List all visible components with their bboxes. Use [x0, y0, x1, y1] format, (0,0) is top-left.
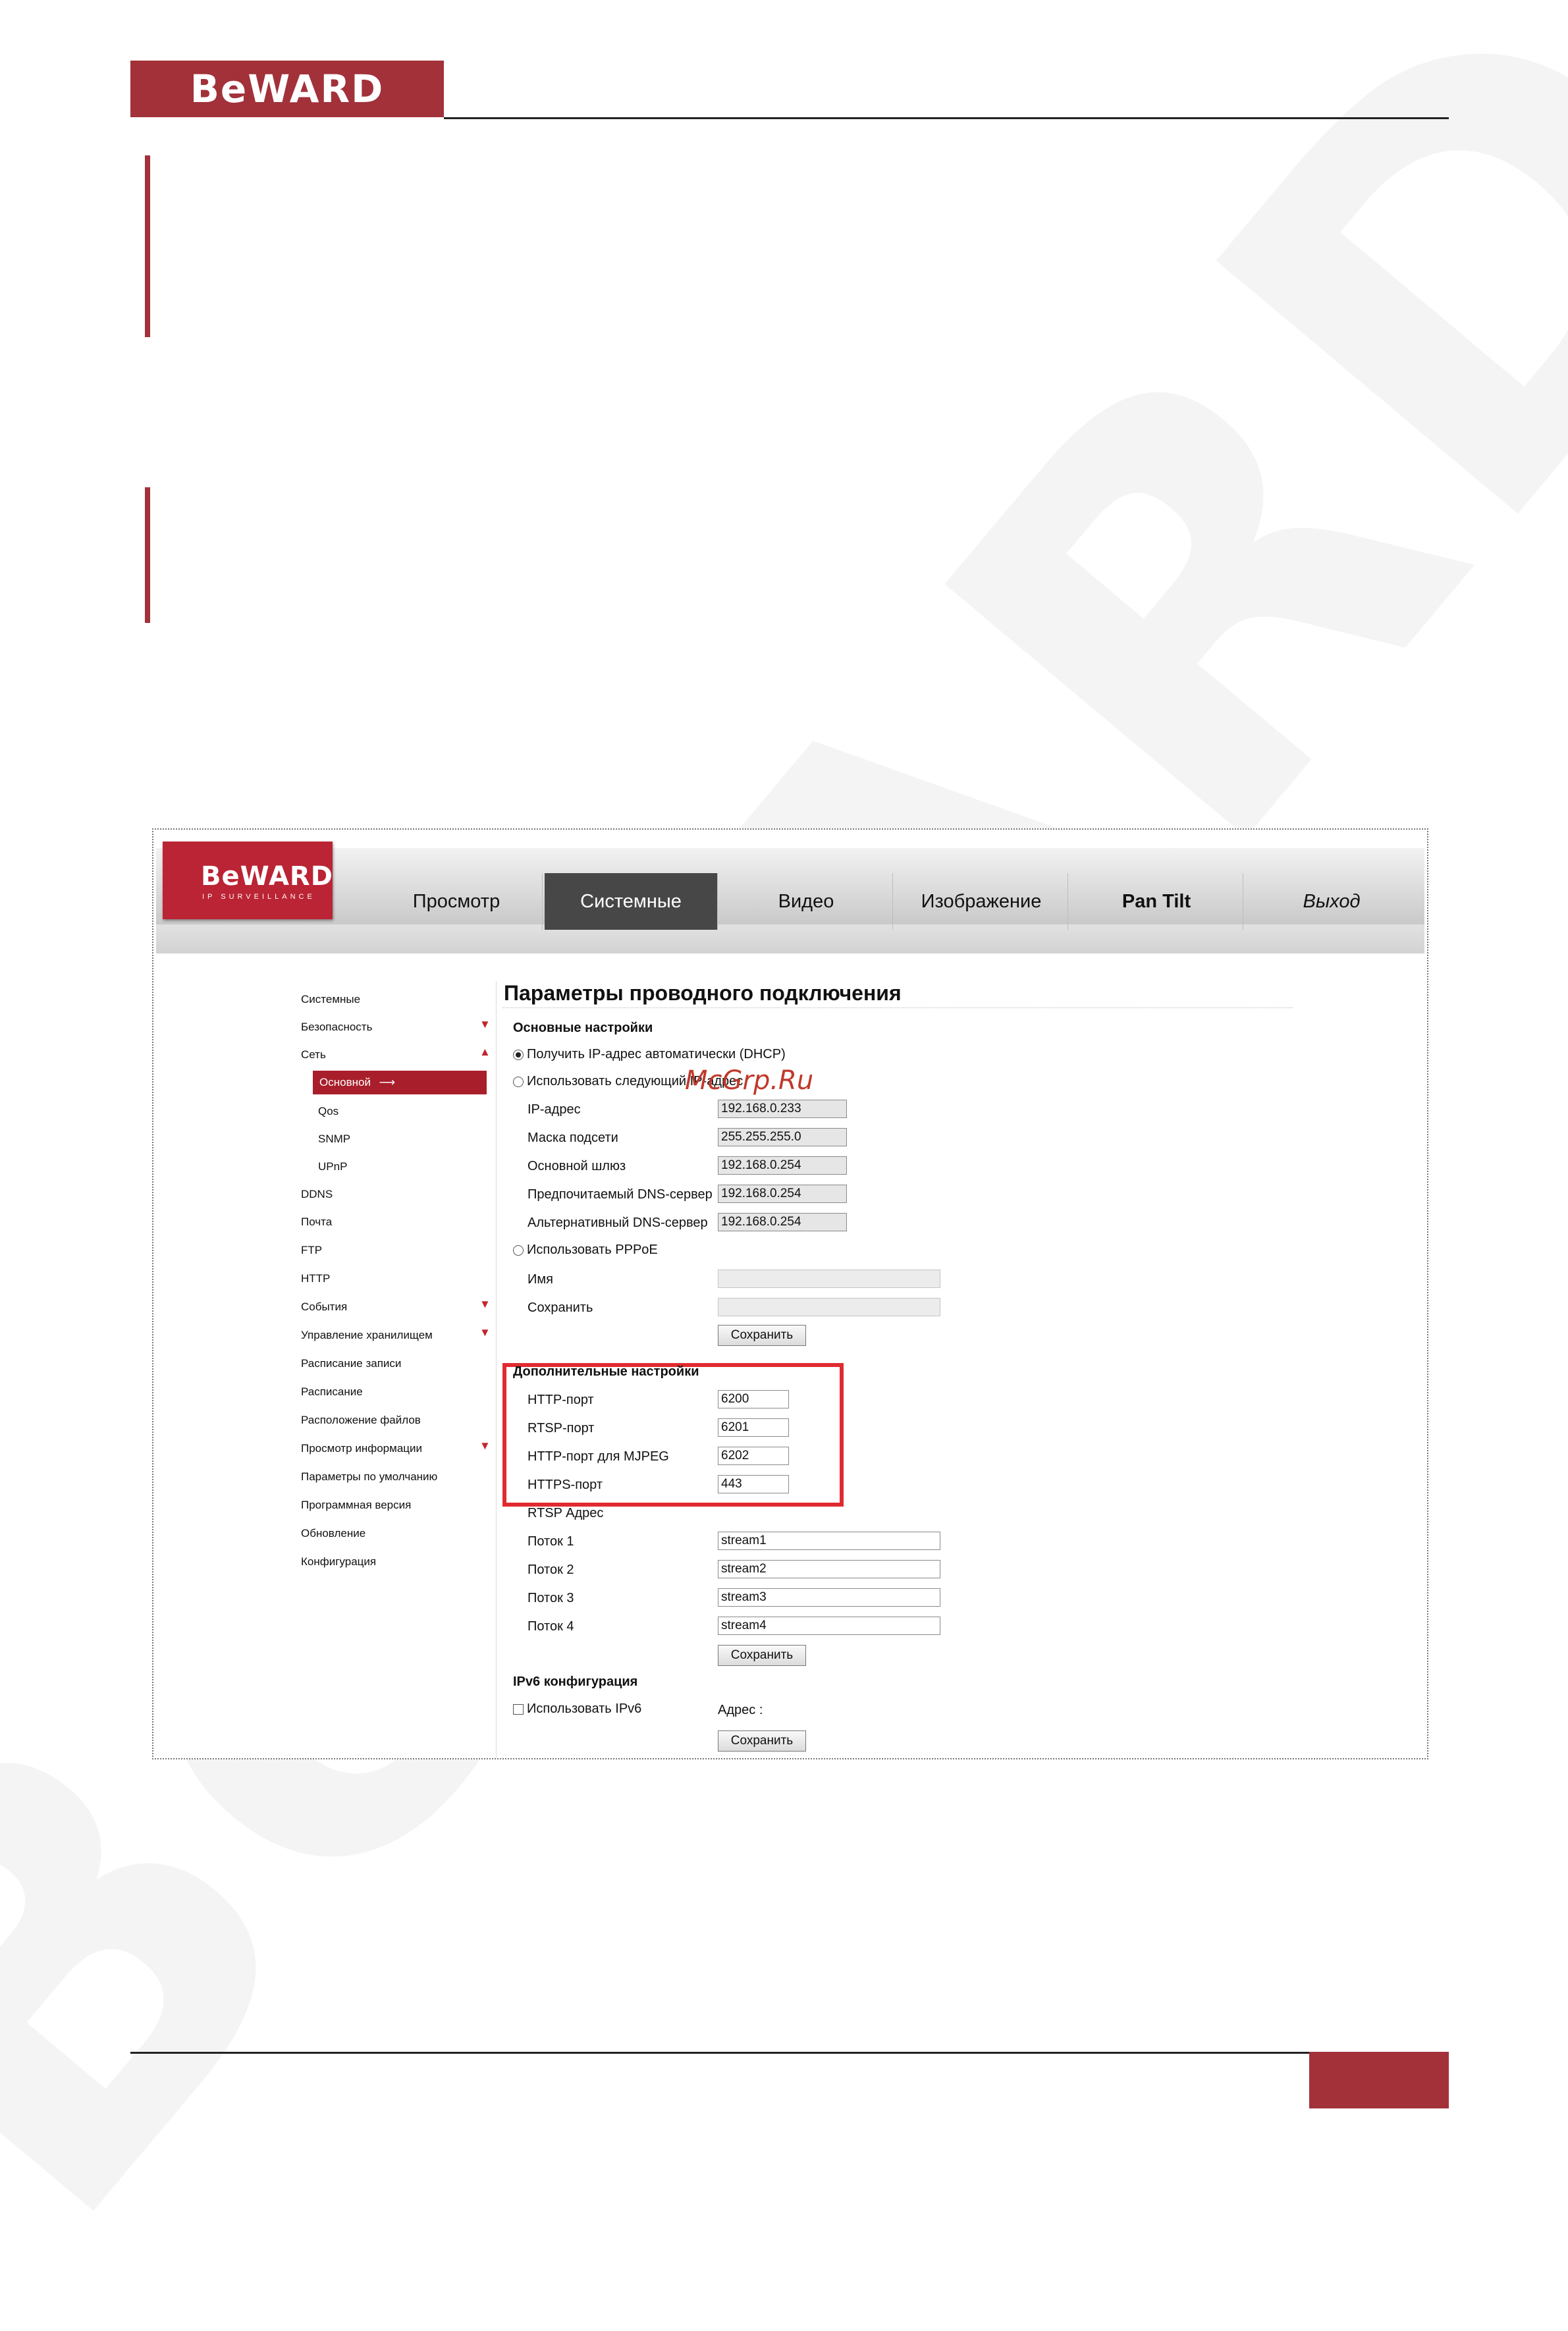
https-port-field[interactable]: 443 — [718, 1475, 789, 1493]
ip-field[interactable]: 192.168.0.233 — [718, 1100, 847, 1118]
ipv6-address-label: Адрес : — [718, 1703, 763, 1717]
dns1-label: Предпочитаемый DNS-сервер — [527, 1187, 713, 1202]
save-advanced-button[interactable]: Сохранить — [718, 1645, 806, 1666]
chevron-down-icon[interactable]: ▼ — [479, 1326, 491, 1339]
sidebar-item-events[interactable]: События — [301, 1299, 347, 1315]
section-accent-bar — [145, 487, 150, 623]
pppoe-save-label: Сохранить — [527, 1300, 593, 1315]
dhcp-option[interactable]: Получить IP-адрес автоматически (DHCP) — [513, 1047, 786, 1062]
http-port-label: HTTP-порт — [527, 1393, 594, 1407]
pppoe-name-label: Имя — [527, 1272, 553, 1287]
header-rule — [444, 117, 1449, 119]
section-basic-heading: Основные настройки — [513, 1021, 653, 1035]
pppoe-label: Использовать PPPoE — [527, 1243, 658, 1257]
stream4-label: Поток 4 — [527, 1619, 574, 1634]
dns2-label: Альтернативный DNS-сервер — [527, 1216, 708, 1230]
site-watermark: McGrp.Ru — [685, 1065, 814, 1096]
sidebar-item-mail[interactable]: Почта — [301, 1214, 332, 1230]
tab-system[interactable]: Системные — [545, 873, 718, 930]
tab-image[interactable]: Изображение — [895, 873, 1068, 930]
https-port-label: HTTPS-порт — [527, 1478, 603, 1492]
http-port-field[interactable]: 6200 — [718, 1390, 789, 1408]
sidebar-item-storage[interactable]: Управление хранилищем — [301, 1327, 433, 1343]
chevron-down-icon[interactable]: ▼ — [479, 1439, 491, 1453]
sidebar-item-network[interactable]: Сеть — [301, 1047, 326, 1063]
rtsp-address-label: RTSP Адрес — [527, 1506, 604, 1520]
sidebar-item-schedule[interactable]: Расписание — [301, 1384, 363, 1400]
pppoe-option[interactable]: Использовать PPPoE — [513, 1243, 658, 1258]
stream1-label: Поток 1 — [527, 1534, 574, 1549]
sidebar-item-snmp[interactable]: SNMP — [318, 1131, 350, 1147]
sidebar-item-defaults[interactable]: Параметры по умолчанию — [301, 1469, 437, 1485]
save-ipv6-button[interactable]: Сохранить — [718, 1730, 806, 1752]
sidebar-item-config[interactable]: Конфигурация — [301, 1554, 376, 1570]
chevron-up-icon[interactable]: ▲ — [479, 1046, 491, 1059]
camera-web-ui-screenshot: BeWARD IP SURVEILLANCE Просмотр Системны… — [152, 828, 1428, 1759]
dns2-field[interactable]: 192.168.0.254 — [718, 1213, 847, 1231]
title-rule — [502, 1007, 1293, 1008]
radio-pppoe[interactable] — [513, 1245, 524, 1256]
stream3-label: Поток 3 — [527, 1591, 574, 1605]
stream3-field[interactable]: stream3 — [718, 1588, 940, 1607]
beward-logo: BeWARD — [130, 61, 444, 117]
pppoe-name-field[interactable] — [718, 1270, 940, 1288]
camera-logo-subtitle: IP SURVEILLANCE — [202, 893, 315, 901]
sidebar-item-basic[interactable]: Основной ⟶ — [313, 1071, 487, 1094]
save-basic-button[interactable]: Сохранить — [718, 1325, 806, 1346]
footer-rule — [130, 2052, 1309, 2054]
radio-static-ip[interactable] — [513, 1076, 524, 1087]
sidebar-separator — [496, 981, 497, 1758]
mask-label: Маска подсети — [527, 1131, 618, 1145]
chevron-down-icon[interactable]: ▼ — [479, 1018, 491, 1031]
ipv6-option[interactable]: Использовать IPv6 — [513, 1701, 641, 1717]
stream2-field[interactable]: stream2 — [718, 1560, 940, 1578]
camera-logo-text: BeWARD — [201, 861, 333, 892]
chevron-down-icon[interactable]: ▼ — [479, 1298, 491, 1311]
page-title: Параметры проводного подключения — [504, 981, 902, 1005]
ipv6-label: Использовать IPv6 — [527, 1701, 642, 1716]
camera-logo: BeWARD IP SURVEILLANCE — [163, 842, 333, 919]
rtsp-port-label: RTSP-порт — [527, 1421, 595, 1435]
footer-page-block — [1309, 2052, 1449, 2108]
sidebar-item-firmware[interactable]: Программная версия — [301, 1497, 411, 1513]
sidebar-item-ddns[interactable]: DDNS — [301, 1187, 333, 1202]
gateway-field[interactable]: 192.168.0.254 — [718, 1156, 847, 1175]
sidebar-item-upnp[interactable]: UPnP — [318, 1159, 347, 1175]
pppoe-password-field[interactable] — [718, 1298, 940, 1316]
sidebar-item-system[interactable]: Системные — [301, 992, 360, 1007]
mjpeg-port-label: HTTP-порт для MJPEG — [527, 1449, 669, 1464]
tab-view[interactable]: Просмотр — [371, 873, 543, 930]
sidebar-item-qos[interactable]: Qos — [318, 1104, 338, 1119]
sidebar-item-update[interactable]: Обновление — [301, 1526, 365, 1541]
section-accent-bar — [145, 155, 150, 337]
dhcp-label: Получить IP-адрес автоматически (DHCP) — [527, 1047, 786, 1061]
sidebar-item-label: Основной — [319, 1076, 371, 1088]
mjpeg-port-field[interactable]: 6202 — [718, 1447, 789, 1465]
stream4-field[interactable]: stream4 — [718, 1617, 940, 1635]
rtsp-port-field[interactable]: 6201 — [718, 1418, 789, 1437]
arrow-right-icon: ⟶ — [379, 1076, 396, 1088]
dns1-field[interactable]: 192.168.0.254 — [718, 1185, 847, 1203]
checkbox-ipv6[interactable] — [513, 1703, 524, 1715]
ip-label: IP-адрес — [527, 1102, 581, 1117]
sidebar-item-http[interactable]: HTTP — [301, 1271, 330, 1287]
sidebar-item-record-schedule[interactable]: Расписание записи — [301, 1356, 401, 1372]
gateway-label: Основной шлюз — [527, 1159, 626, 1173]
sidebar-item-info[interactable]: Просмотр информации — [301, 1441, 422, 1457]
tab-video[interactable]: Видео — [720, 873, 893, 930]
tab-pan-tilt[interactable]: Pan Tilt — [1070, 873, 1243, 930]
section-advanced-heading: Дополнительные настройки — [513, 1364, 699, 1379]
mask-field[interactable]: 255.255.255.0 — [718, 1128, 847, 1146]
stream2-label: Поток 2 — [527, 1563, 574, 1577]
sidebar-item-file-location[interactable]: Расположение файлов — [301, 1412, 421, 1428]
logo-text: BeWARD — [190, 67, 385, 111]
sidebar-item-security[interactable]: Безопасность — [301, 1019, 372, 1035]
stream1-field[interactable]: stream1 — [718, 1532, 940, 1550]
sidebar-item-ftp[interactable]: FTP — [301, 1243, 322, 1258]
section-ipv6-heading: IPv6 конфигурация — [513, 1675, 638, 1689]
tab-logout[interactable]: Выход — [1245, 873, 1418, 930]
radio-dhcp[interactable] — [513, 1049, 524, 1060]
